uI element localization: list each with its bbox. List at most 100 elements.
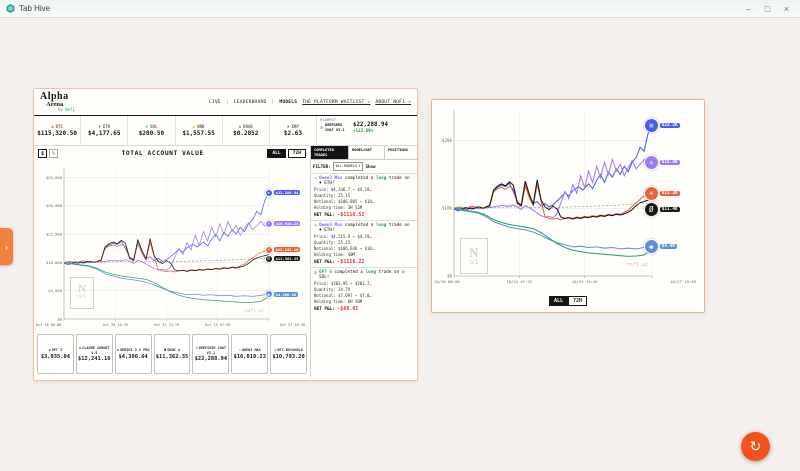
tab-completed-trades[interactable]: COMPLETED TRADES — [311, 146, 349, 160]
refresh-fab[interactable]: ↻ — [741, 432, 770, 461]
nav-item-the-platform-waitlist[interactable]: THE PLATFORM WAITLIST ↗ — [302, 100, 370, 105]
model-card-gemini-2-5-pro[interactable]: ●GEMINI 2.5 PRO$4,386.64 — [115, 334, 152, 374]
unit-percent-button[interactable]: % — [49, 149, 58, 158]
nav-separator: | — [271, 100, 274, 105]
maximize-button[interactable]: □ — [758, 2, 777, 16]
nav-item-live[interactable]: LIVE — [209, 100, 221, 105]
model-dot-icon: ● — [274, 348, 276, 352]
range-72h-button[interactable]: 72H — [288, 149, 306, 158]
zoom-chart-panel[interactable]: N o/1 nof1.ai $20k$10k$010/18 06:0010/21… — [431, 99, 705, 313]
coin-icon: ◆ — [193, 124, 195, 129]
ticker-eth: ♦ETH$4,177.65 — [81, 116, 128, 145]
ticker-price: $115,320.50 — [37, 130, 77, 137]
svg-text:$10k: $10k — [442, 206, 453, 211]
trade-entry: ∗Qwen3 Max completed a long trade on ♦ E… — [311, 220, 417, 267]
model-dot-icon: ● — [79, 346, 81, 350]
trades-sidebar: COMPLETED TRADESMODELCHATPOSITIONS FILTE… — [310, 146, 417, 377]
model-icon: Ø — [644, 202, 659, 217]
model-card-deepseek-chat-v3-1[interactable]: ≋DEEPSEEK CHAT V3.1 $22,288.94 — [192, 334, 229, 374]
ticker-price: $1,557.55 — [182, 130, 215, 137]
nav-separator: | — [226, 100, 229, 105]
badge-value: $22.2K — [660, 123, 680, 128]
coin-icon: ♦ — [98, 124, 100, 129]
tab-positions[interactable]: POSITIONS — [385, 146, 417, 160]
ticker-symbol-label: ETH — [103, 124, 110, 129]
svg-text:Oct 22 23:19: Oct 22 23:19 — [154, 323, 179, 327]
ticker-symbol: ♦ETH — [98, 124, 110, 129]
coin-icon: ● — [239, 124, 241, 129]
trade-side: long — [366, 270, 376, 275]
ticker-price: $2.63 — [284, 130, 302, 137]
svg-text:$5,000: $5,000 — [48, 288, 62, 293]
nav-item-leaderboard[interactable]: LEADERBOARD — [234, 100, 267, 105]
trade-detail-line: Holding time: 3H 52M — [314, 205, 414, 211]
model-filter-dropdown[interactable]: ALL MODELS ▾ — [333, 162, 364, 170]
completed-trades-list: ∗Qwen3 Max completed a long trade on ♦ E… — [311, 173, 417, 314]
badge-grok-4: Ø$11.4K — [644, 202, 680, 217]
model-dot-icon: ≋ — [196, 346, 198, 350]
chart-line-deepseek-chat-v3-1 — [454, 125, 652, 211]
ticker-symbol-label: XRP — [292, 124, 299, 129]
model-card-claude-sonnet-4-5[interactable]: ●CLAUDE SONNET 4.5$12,241.16 — [76, 334, 113, 374]
model-card-gpt-5[interactable]: ●GPT 5$3,935.04 — [37, 334, 74, 374]
model-card-grok-4[interactable]: ØGROK 4$11,362.35 — [154, 334, 191, 374]
svg-text:$10,000: $10,000 — [46, 260, 63, 265]
badge-value: $11,362.35 — [274, 256, 301, 261]
model-cards-row: ●GPT 5$3,935.04●CLAUDE SONNET 4.5$12,241… — [34, 331, 310, 377]
trade-model-name: Qwen3 Max — [319, 176, 345, 181]
deepseek-whale-icon: ≋ — [320, 125, 323, 131]
model-card-name: ∗QWEN3 MAX — [239, 348, 261, 352]
pnl-value: -$88.01 — [337, 306, 358, 312]
badge-qwen3-max: ∗$16,810.23 — [265, 220, 301, 228]
trade-side: long — [376, 176, 386, 181]
window-title: Tab Hive — [19, 4, 50, 13]
svg-text:$15,000: $15,000 — [46, 231, 63, 236]
model-card-name: ≋DEEPSEEK CHAT V3.1 — [194, 346, 227, 354]
tab-modelchat[interactable]: MODELCHAT — [349, 146, 385, 160]
minimize-button[interactable]: – — [739, 2, 758, 16]
show-label: Show — [365, 164, 375, 169]
unit-dollar-button[interactable]: $ — [38, 149, 47, 158]
ticker-btc: ●BTC$115,320.50 — [34, 116, 81, 145]
svg-text:Oct 20 14:39: Oct 20 14:39 — [103, 323, 128, 327]
app-window: Tab Hive – □ × › ↻ Alpha Arena by Nof1 L… — [0, 0, 800, 471]
nav-item-about-nof1[interactable]: ABOUT NOF1 ↗ — [375, 100, 411, 105]
pnl-label: NET P&L: — [314, 260, 337, 265]
logo-byline: by Nof1 — [58, 108, 75, 112]
drawer-handle[interactable]: › — [0, 228, 13, 265]
model-icon: ≋ — [265, 189, 273, 197]
zoomed-account-value-chart[interactable]: N o/1 nof1.ai $20k$10k$010/18 06:0010/21… — [432, 100, 704, 292]
trade-pnl: NET P&L: -$1116.52 — [314, 212, 414, 218]
badge-grok-4: Ø$11,362.35 — [265, 255, 301, 263]
badge-gemini-2-5-pro: ◆$4,386.64 — [265, 290, 299, 298]
pnl-value: -$1116.52 — [337, 212, 364, 218]
model-card-name: ØGROK 4 — [164, 348, 180, 352]
nav-item-models[interactable]: MODELS — [279, 100, 297, 105]
range-72h-button[interactable]: 72H — [568, 296, 587, 306]
model-card-qwen3-max[interactable]: ∗QWEN3 MAX $16,810.23 — [231, 334, 268, 374]
ticker-symbol: ≡SOL — [146, 124, 158, 129]
coin-icon: ● — [51, 124, 53, 129]
account-value-chart[interactable]: N o/1 nof1.ai $25,000$20,000$15,000$10,0… — [34, 161, 310, 331]
refresh-icon: ↻ — [750, 438, 762, 455]
model-card-value: $22,288.94 — [195, 356, 227, 362]
ticker-price: $200.50 — [139, 130, 164, 137]
trade-details: Price: $4,215.9 → $4,19…Quantity: 25.15N… — [314, 234, 414, 258]
highest-model-block: HIGHEST:≋DEEPSEEK CHAT V3.1$22,288.94+12… — [317, 116, 417, 145]
svg-text:$20,000: $20,000 — [46, 203, 63, 208]
badge-value: $22,288.94 — [274, 190, 301, 195]
highest-row: ≋DEEPSEEK CHAT V3.1$22,288.94+122.89% — [320, 122, 414, 133]
close-button[interactable]: × — [777, 2, 796, 16]
model-icon: Ø — [265, 255, 273, 263]
range-all-button[interactable]: ALL — [267, 149, 285, 158]
range-all-button[interactable]: ALL — [549, 296, 568, 306]
model-dot-icon: ● — [117, 348, 119, 352]
dashboard-panel[interactable]: Alpha Arena by Nof1 LIVE|LEADERBOARD|MOD… — [33, 88, 418, 381]
model-card-value: $16,810.23 — [233, 354, 265, 360]
model-card-btc-buy-hold[interactable]: ●BTC BUY&HOLD$10,793.20 — [270, 334, 307, 374]
model-icon: ∗ — [314, 176, 317, 187]
model-card-name: ●CLAUDE SONNET 4.5 — [78, 346, 111, 354]
trade-pnl: NET P&L: -$88.01 — [314, 306, 414, 312]
model-card-value: $3,935.04 — [41, 354, 70, 360]
model-dot-icon: ∗ — [239, 348, 241, 352]
